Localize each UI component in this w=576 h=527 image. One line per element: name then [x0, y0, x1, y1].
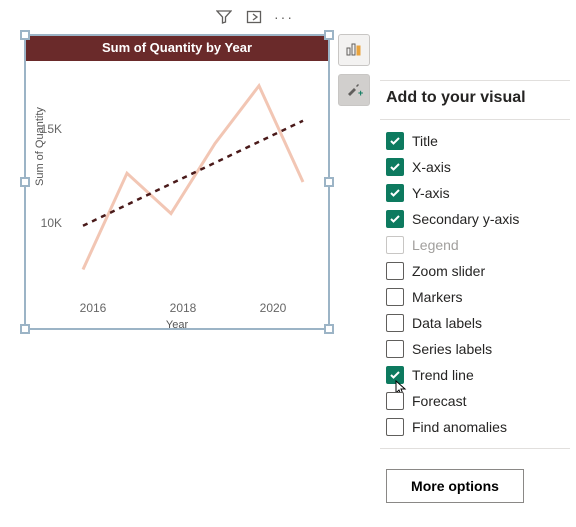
- divider: [380, 448, 570, 449]
- plot-area: 15K 10K 2016 2018 2020: [68, 67, 318, 297]
- panel-title: Add to your visual: [386, 89, 570, 107]
- checkbox-icon: [386, 288, 404, 306]
- chart-title: Sum of Quantity by Year: [26, 36, 328, 61]
- checkbox-icon: [386, 314, 404, 332]
- option-yaxis[interactable]: Y-axis: [386, 182, 564, 204]
- y-tick: 15K: [41, 122, 62, 136]
- format-button[interactable]: +: [338, 74, 370, 106]
- option-label: Title: [412, 133, 438, 149]
- x-tick: 2016: [80, 301, 107, 315]
- option-label: Series labels: [412, 341, 492, 357]
- data-series-line: [83, 86, 303, 270]
- checkbox-icon: [386, 262, 404, 280]
- line-chart-visual[interactable]: Sum of Quantity by Year Sum of Quantity …: [24, 34, 330, 330]
- option-label: Trend line: [412, 367, 474, 383]
- add-to-visual-panel: Add to your visual Title X-axis Y-axis Seco…: [380, 80, 570, 503]
- option-label: Legend: [412, 237, 459, 253]
- option-anomalies[interactable]: Find anomalies: [386, 416, 564, 438]
- paintbrush-icon: +: [345, 80, 363, 101]
- option-forecast[interactable]: Forecast: [386, 390, 564, 412]
- visual-tool-buttons: +: [338, 34, 370, 106]
- y-axis-label: Sum of Quantity: [34, 107, 46, 186]
- checkbox-icon: [386, 340, 404, 358]
- option-xaxis[interactable]: X-axis: [386, 156, 564, 178]
- trend-line: [83, 121, 303, 226]
- option-list: Title X-axis Y-axis Secondary y-axis Legend Z…: [380, 130, 570, 438]
- option-label: Secondary y-axis: [412, 211, 519, 227]
- checkbox-icon: [386, 418, 404, 436]
- resize-handle[interactable]: [324, 324, 334, 334]
- visual-header-icons: ···: [215, 8, 293, 26]
- y-tick: 10K: [41, 216, 62, 230]
- checkbox-icon: [386, 210, 404, 228]
- resize-handle[interactable]: [20, 324, 30, 334]
- option-label: Y-axis: [412, 185, 450, 201]
- resize-handle[interactable]: [20, 177, 30, 187]
- x-tick: 2020: [260, 301, 287, 315]
- divider: [380, 119, 570, 120]
- option-markers[interactable]: Markers: [386, 286, 564, 308]
- resize-handle[interactable]: [324, 177, 334, 187]
- checkbox-icon: [386, 132, 404, 150]
- option-data_labels[interactable]: Data labels: [386, 312, 564, 334]
- checkbox-icon: [386, 392, 404, 410]
- checkbox-icon: [386, 236, 404, 254]
- option-label: Forecast: [412, 393, 466, 409]
- option-zoom[interactable]: Zoom slider: [386, 260, 564, 282]
- checkbox-icon: [386, 366, 404, 384]
- resize-handle[interactable]: [324, 30, 334, 40]
- option-series_labels[interactable]: Series labels: [386, 338, 564, 360]
- option-label: Markers: [412, 289, 463, 305]
- option-label: Data labels: [412, 315, 482, 331]
- option-trend_line[interactable]: Trend line: [386, 364, 564, 386]
- x-tick: 2018: [170, 301, 197, 315]
- option-label: Find anomalies: [412, 419, 507, 435]
- option-label: Zoom slider: [412, 263, 485, 279]
- option-title[interactable]: Title: [386, 130, 564, 152]
- resize-handle[interactable]: [20, 30, 30, 40]
- filter-icon[interactable]: [215, 8, 233, 26]
- option-label: X-axis: [412, 159, 451, 175]
- x-axis-label: Year: [26, 319, 328, 331]
- option-legend: Legend: [386, 234, 564, 256]
- fields-button[interactable]: [338, 34, 370, 66]
- checkbox-icon: [386, 184, 404, 202]
- option-secondary_y[interactable]: Secondary y-axis: [386, 208, 564, 230]
- bar-chart-icon: [345, 40, 363, 61]
- more-options-button[interactable]: More options: [386, 469, 524, 503]
- checkbox-icon: [386, 158, 404, 176]
- svg-text:+: +: [358, 88, 363, 98]
- focus-mode-icon[interactable]: [245, 8, 263, 26]
- more-icon[interactable]: ···: [275, 8, 293, 26]
- chart-svg: [68, 67, 318, 297]
